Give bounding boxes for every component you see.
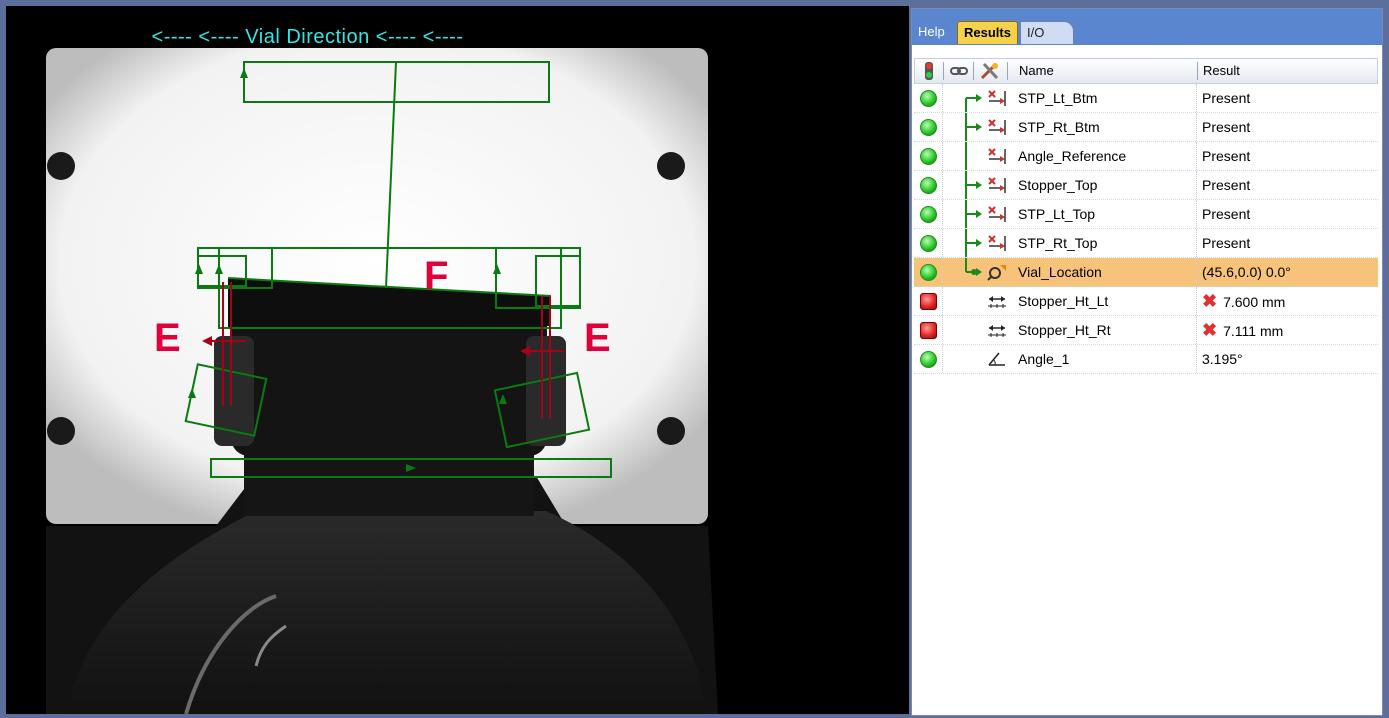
column-name-header[interactable]: Name <box>1019 59 1054 83</box>
tool-result: Present <box>1202 171 1250 199</box>
edge-tool-icon <box>986 204 1008 224</box>
tool-result: Present <box>1202 113 1250 141</box>
tool-name: STP_Lt_Top <box>1018 206 1096 222</box>
pass-status-icon <box>920 177 937 194</box>
link-icon[interactable] <box>949 61 969 85</box>
tool-name: Stopper_Top <box>1018 177 1098 193</box>
table-row[interactable]: STP_Lt_Btm Present <box>914 84 1378 113</box>
fail-status-icon <box>920 322 937 339</box>
status-light-icon[interactable] <box>921 61 937 85</box>
edge-tool-icon <box>986 175 1008 195</box>
results-grid: Name Result STP_Lt_Btm Present STP_Rt_Btm P… <box>914 58 1378 374</box>
tree-connector-icon <box>944 287 982 315</box>
tab-strip: Help Results I/O <box>912 9 1382 45</box>
tool-result: Present <box>1202 142 1250 170</box>
table-row[interactable]: STP_Rt_Top Present <box>914 229 1378 258</box>
tool-result: 3.195° <box>1202 345 1243 373</box>
tool-name: STP_Lt_Btm <box>1018 90 1098 106</box>
pass-status-icon <box>920 264 937 281</box>
locate-tool-icon <box>986 262 1008 282</box>
tab-help[interactable]: Help <box>912 21 951 43</box>
tool-result: ✖ 7.600 mm <box>1202 287 1285 316</box>
pass-status-icon <box>920 90 937 107</box>
tool-name: Vial_Location <box>1018 264 1102 280</box>
vial-direction-caption: <---- <---- Vial Direction <---- <---- <box>151 26 464 48</box>
results-rows: STP_Lt_Btm Present STP_Rt_Btm Present Angle_… <box>914 84 1378 374</box>
fail-x-icon: ✖ <box>1202 320 1218 340</box>
edge-tool-icon <box>986 88 1008 108</box>
tree-connector-icon <box>944 229 982 257</box>
edge-tool-icon <box>986 233 1008 253</box>
fail-x-icon: ✖ <box>1202 291 1218 311</box>
tool-name: STP_Rt_Btm <box>1018 119 1100 135</box>
table-row[interactable]: STP_Lt_Top Present <box>914 200 1378 229</box>
tool-result-value: Present <box>1202 90 1251 106</box>
tab-io[interactable]: I/O <box>1020 21 1074 44</box>
tool-name: Stopper_Ht_Lt <box>1018 293 1109 309</box>
pass-status-icon <box>920 351 937 368</box>
tool-result-value: Present <box>1202 177 1251 193</box>
tool-result: Present <box>1202 229 1250 257</box>
tree-connector-icon <box>944 316 982 344</box>
tool-name: STP_Rt_Top <box>1018 235 1098 251</box>
tool-name: Stopper_Ht_Rt <box>1018 322 1111 338</box>
table-row[interactable]: Stopper_Top Present <box>914 171 1378 200</box>
pass-status-icon <box>920 119 937 136</box>
tool-result-value: Present <box>1202 148 1251 164</box>
right-e-marker: E <box>584 316 611 360</box>
tool-result-value: 7.111 mm <box>1223 323 1284 339</box>
edge-tool-icon <box>986 117 1008 137</box>
table-row[interactable]: Stopper_Ht_Lt ✖ 7.600 mm <box>914 287 1378 316</box>
angle-tool-icon <box>986 349 1008 369</box>
table-row[interactable]: Vial_Location (45.6,0.0) 0.0° <box>914 258 1378 287</box>
tool-name: Angle_1 <box>1018 351 1070 367</box>
table-row[interactable]: Stopper_Ht_Rt ✖ 7.111 mm <box>914 316 1378 345</box>
fail-status-icon <box>920 293 937 310</box>
tree-connector-icon <box>944 171 982 199</box>
results-panel: Help Results I/O Name Result STP_Lt_Btm … <box>911 8 1383 716</box>
tool-result-value: 7.600 mm <box>1223 294 1286 310</box>
tools-icon[interactable] <box>979 61 1001 85</box>
tab-results[interactable]: Results <box>957 21 1018 44</box>
tool-result-value: (45.6,0.0) 0.0° <box>1202 264 1291 280</box>
inspection-image <box>6 6 909 714</box>
tool-result-value: Present <box>1202 119 1251 135</box>
tool-result-value: Present <box>1202 206 1251 222</box>
tree-connector-icon <box>944 113 982 141</box>
pass-status-icon <box>920 235 937 252</box>
distance-tool-icon <box>986 291 1008 311</box>
table-row[interactable]: STP_Rt_Btm Present <box>914 113 1378 142</box>
app-frame: <---- <---- Vial Direction <---- <---- E… <box>0 0 1389 718</box>
grid-header: Name Result <box>914 58 1378 84</box>
tree-connector-icon <box>944 345 982 373</box>
tree-connector-icon <box>944 258 982 286</box>
top-f-marker: F <box>424 254 449 298</box>
edge-tool-icon <box>986 146 1008 166</box>
tool-name: Angle_Reference <box>1018 148 1127 164</box>
column-result-header[interactable]: Result <box>1203 59 1240 83</box>
table-row[interactable]: Angle_Reference Present <box>914 142 1378 171</box>
tool-result: Present <box>1202 84 1250 112</box>
inspection-image-view[interactable]: <---- <---- Vial Direction <---- <---- E… <box>6 6 909 714</box>
tool-result: Present <box>1202 200 1250 228</box>
tree-connector-icon <box>944 142 982 170</box>
table-row[interactable]: Angle_1 3.195° <box>914 345 1378 374</box>
tool-result-value: 3.195° <box>1202 351 1243 367</box>
pass-status-icon <box>920 148 937 165</box>
pass-status-icon <box>920 206 937 223</box>
tree-connector-icon <box>944 84 982 112</box>
tree-connector-icon <box>944 200 982 228</box>
tool-result: ✖ 7.111 mm <box>1202 316 1283 345</box>
left-e-marker: E <box>154 316 181 360</box>
distance-tool-icon <box>986 320 1008 340</box>
tool-result: (45.6,0.0) 0.0° <box>1202 258 1291 286</box>
tool-result-value: Present <box>1202 235 1251 251</box>
